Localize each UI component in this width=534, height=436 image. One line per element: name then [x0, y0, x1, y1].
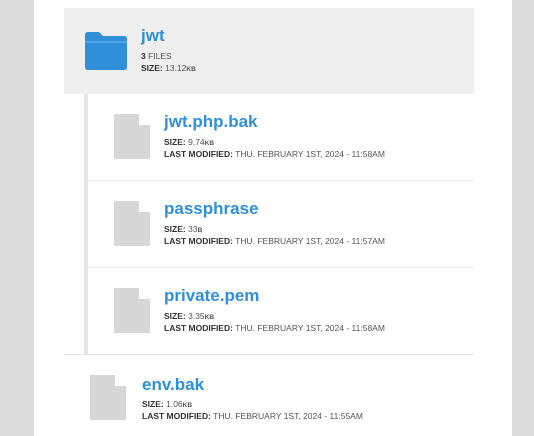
file-name[interactable]: env.bak — [142, 375, 204, 395]
file-row[interactable]: private.pem SIZE: 3.35KB LAST MODIFIED: … — [88, 268, 474, 355]
folder-row-jwt[interactable]: jwt 3 FILES SIZE: 13.12KB — [64, 8, 474, 94]
file-row[interactable]: jwt.php.bak SIZE: 9.74KB LAST MODIFIED: … — [88, 94, 474, 181]
file-name[interactable]: jwt.php.bak — [164, 112, 258, 132]
file-icon — [114, 114, 150, 159]
file-icon — [114, 201, 150, 246]
file-icon — [114, 288, 150, 333]
folder-file-count: 3 FILES — [141, 51, 172, 61]
folder-name[interactable]: jwt — [141, 26, 165, 46]
file-name[interactable]: private.pem — [164, 286, 259, 306]
file-modified: LAST MODIFIED: THU. FEBRUARY 1ST, 2024 -… — [142, 411, 363, 421]
file-icon — [90, 375, 126, 420]
file-name[interactable]: passphrase — [164, 199, 259, 219]
folder-icon — [84, 31, 128, 71]
folder-children: jwt.php.bak SIZE: 9.74KB LAST MODIFIED: … — [84, 94, 474, 355]
file-modified: LAST MODIFIED: THU. FEBRUARY 1ST, 2024 -… — [164, 323, 385, 333]
file-row[interactable]: passphrase SIZE: 33B LAST MODIFIED: THU.… — [88, 181, 474, 268]
file-listing-panel: jwt 3 FILES SIZE: 13.12KB jwt.php.bak SI… — [34, 0, 512, 436]
file-modified: LAST MODIFIED: THU. FEBRUARY 1ST, 2024 -… — [164, 149, 385, 159]
file-modified: LAST MODIFIED: THU. FEBRUARY 1ST, 2024 -… — [164, 236, 385, 246]
folder-size: SIZE: 13.12KB — [141, 63, 196, 73]
file-row[interactable]: env.bak SIZE: 1.06KB LAST MODIFIED: THU.… — [64, 355, 474, 436]
